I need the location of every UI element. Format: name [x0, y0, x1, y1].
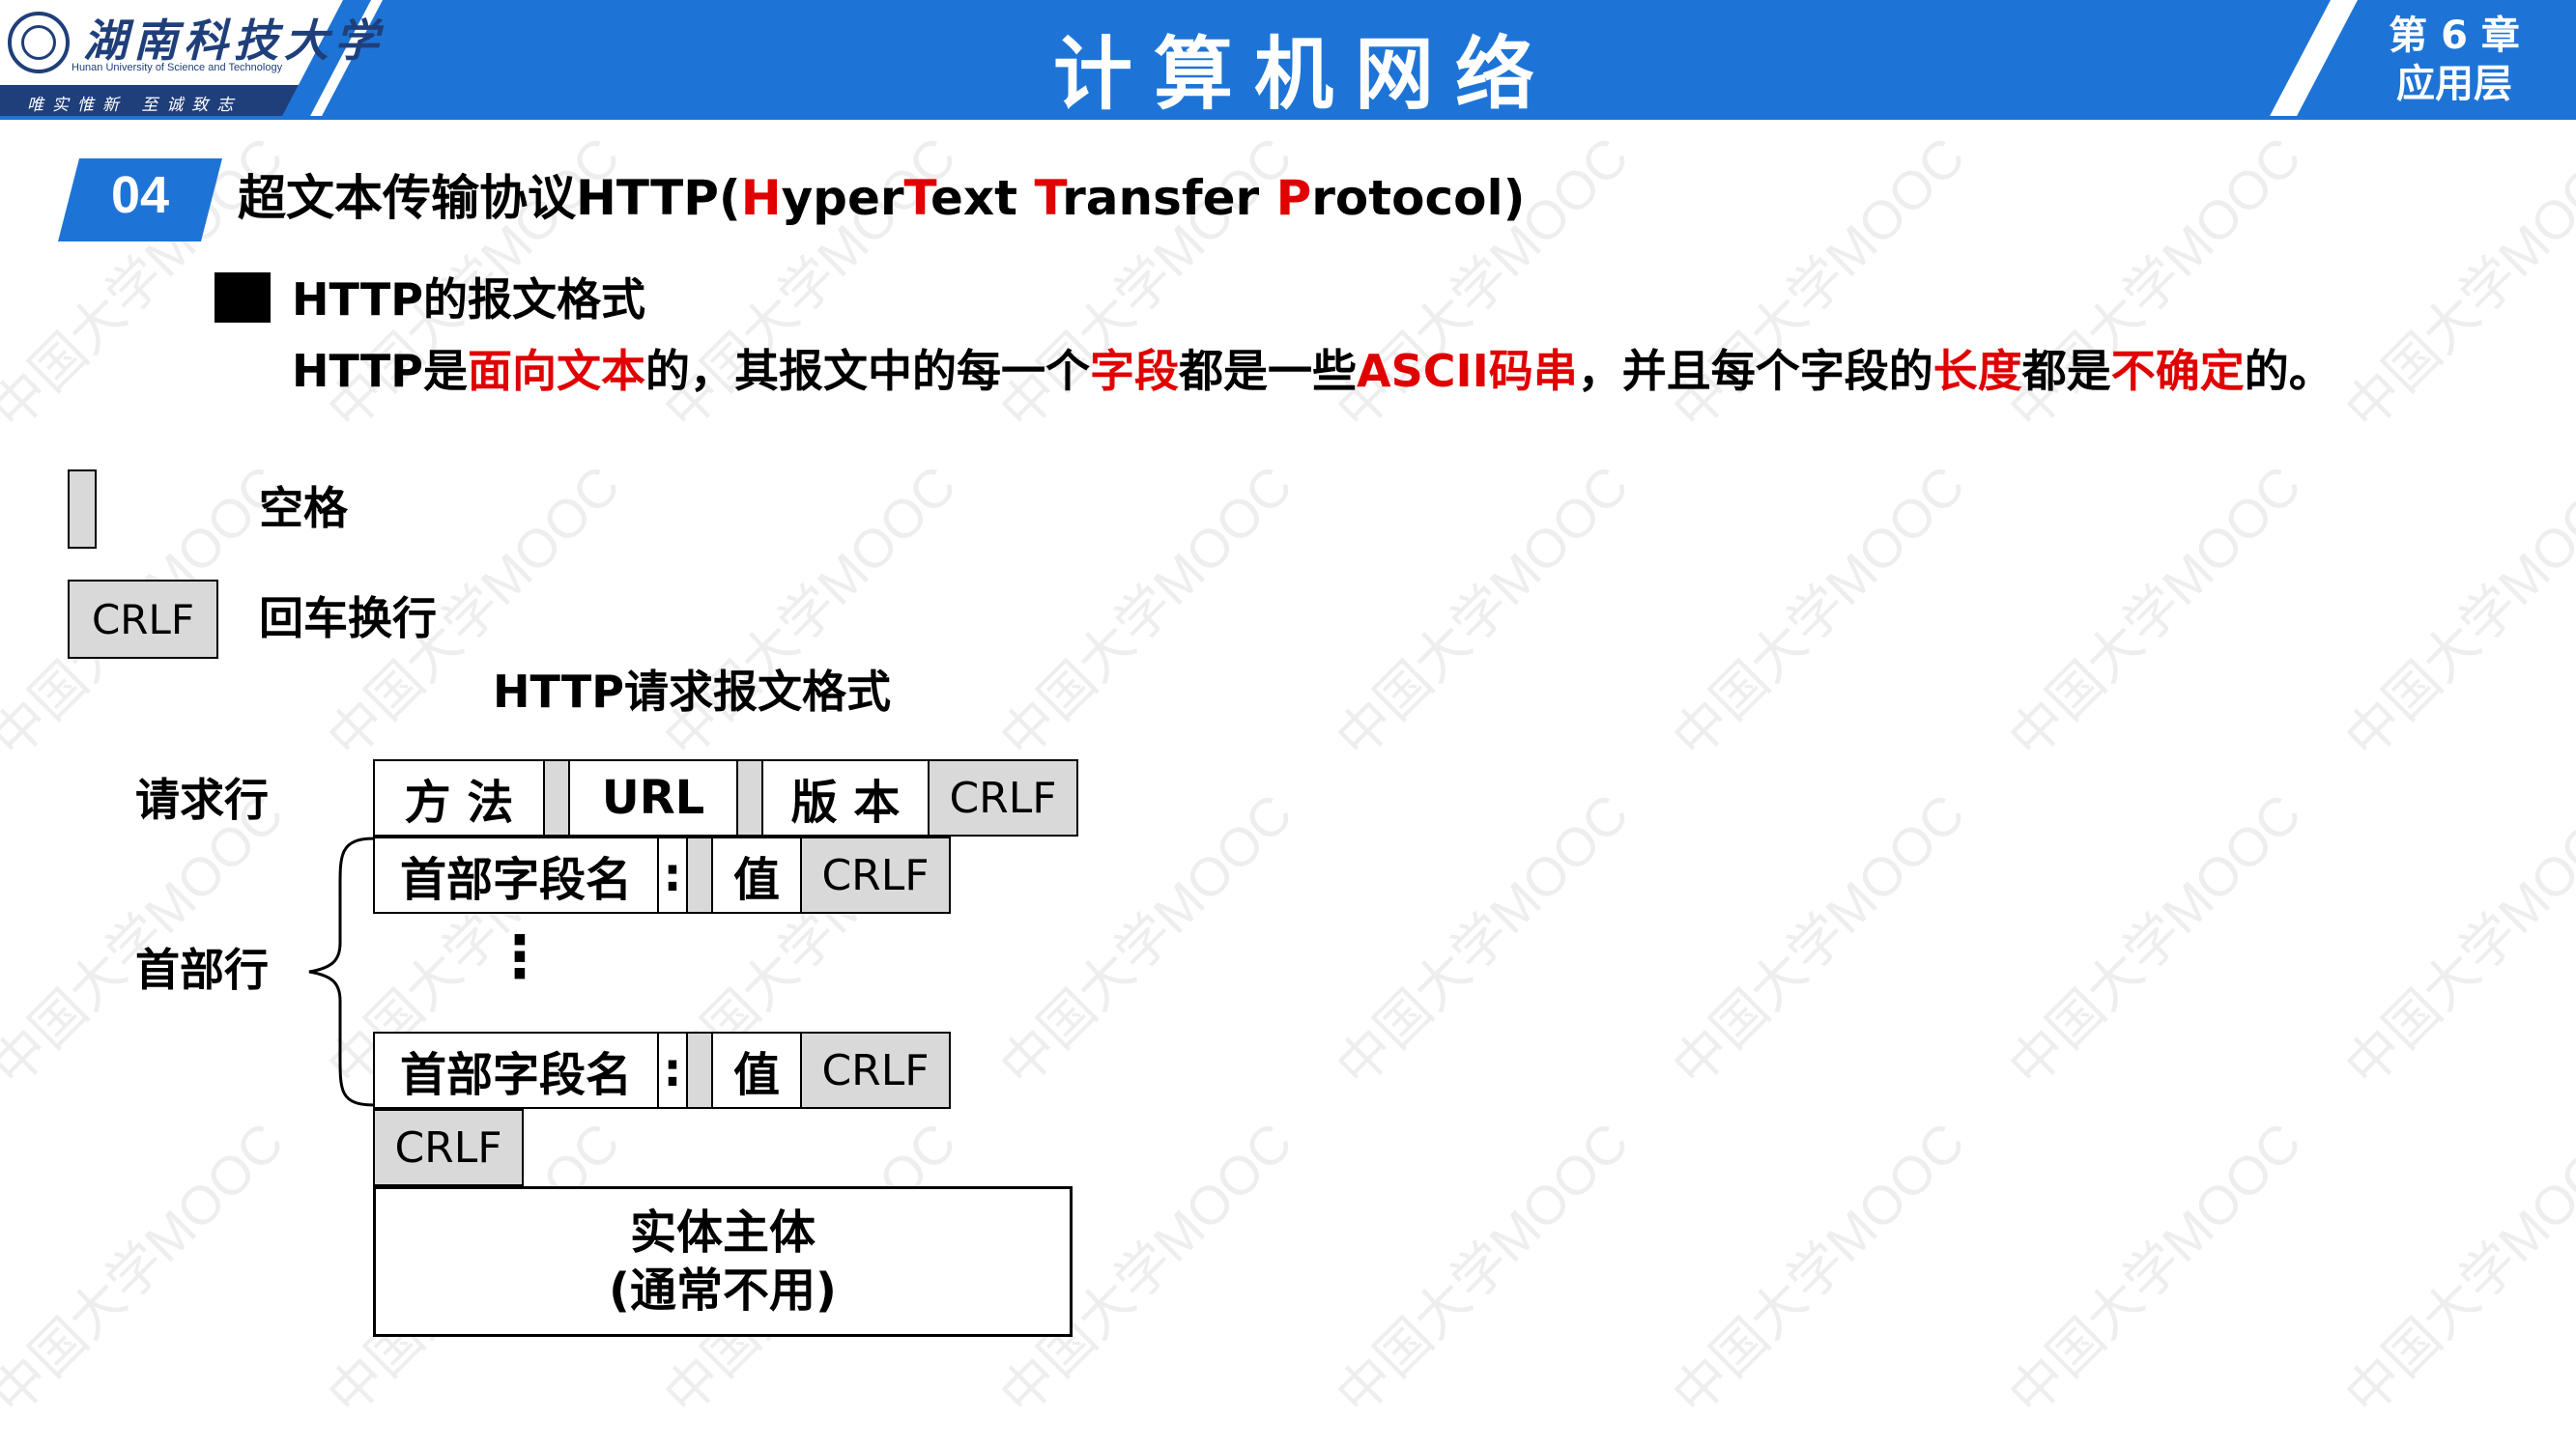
space-cell [736, 759, 763, 837]
course-title: 计算机网络 [1052, 29, 1556, 121]
section-number: 04 [110, 166, 170, 224]
watermark-text: 中国大学MOOC [651, 454, 968, 770]
diagram-title: HTTP请求报文格式 [493, 666, 892, 718]
entity-body-note: (通常不用) [609, 1263, 837, 1318]
legend-crlf-label: 回车换行 [259, 592, 437, 644]
header-line-crlf: CRLF [800, 837, 951, 914]
version-field: 版 本 [761, 759, 930, 837]
chapter-name: 应用层 [2396, 62, 2512, 106]
watermark-text: 中国大学MOOC [1324, 782, 1641, 1098]
ellipsis: ⋮ [491, 923, 549, 991]
legend-crlf-box: CRLF [68, 580, 218, 659]
legend-space-label: 空格 [259, 482, 348, 534]
chapter-number: 第 6 章 [2389, 14, 2520, 58]
blank-line-crlf: CRLF [373, 1109, 524, 1186]
space-cell [686, 837, 713, 914]
legend-space-box [68, 469, 97, 549]
method-field: 方 法 [373, 759, 545, 837]
watermark-text: 中国大学MOOC [1660, 454, 1977, 770]
chapter-label: 第 6 章 应用层 [2358, 12, 2551, 108]
url-field: URL [568, 759, 738, 837]
university-name-english: Hunan University of Science and Technolo… [72, 62, 283, 73]
watermark-text: 中国大学MOOC [2333, 454, 2576, 770]
university-name: 湖南科技大学 [83, 14, 385, 67]
watermark-text: 中国大学MOOC [2333, 126, 2576, 441]
header-lines-brace [308, 837, 376, 1107]
watermark-text: 中国大学MOOC [1324, 1111, 1641, 1427]
header-field-name: 首部字段名 [373, 1032, 659, 1109]
university-motto: 唯实惟新 至诚致志 [27, 96, 243, 115]
colon-cell: : [657, 1032, 688, 1109]
watermark-text: 中国大学MOOC [1996, 782, 2313, 1098]
space-cell [686, 1032, 713, 1109]
bullet-square-icon [215, 272, 271, 323]
university-emblem-icon [8, 12, 70, 73]
watermark-text: 中国大学MOOC [2333, 1111, 2576, 1427]
watermark-text: 中国大学MOOC [2333, 782, 2576, 1098]
request-line-crlf: CRLF [928, 759, 1078, 837]
watermark-text: 中国大学MOOC [1996, 1111, 2313, 1427]
header-value: 值 [711, 1032, 802, 1109]
watermark-text: 中国大学MOOC [987, 454, 1304, 770]
description-text: HTTP是面向文本的，其报文中的每一个字段都是一些ASCII码串，并且每个字段的… [292, 345, 2333, 397]
watermark-text: 中国大学MOOC [1324, 454, 1641, 770]
watermark-text: 中国大学MOOC [1996, 454, 2313, 770]
section-title: 超文本传输协议HTTP(HyperText Transfer Protocol) [238, 170, 1526, 226]
entity-body-label: 实体主体 [629, 1206, 816, 1260]
request-line-label: 请求行 [135, 774, 269, 826]
colon-cell: : [657, 837, 688, 914]
watermark-text: 中国大学MOOC [0, 1111, 296, 1427]
header-line-crlf: CRLF [800, 1032, 951, 1109]
space-cell [543, 759, 570, 837]
watermark-text: 中国大学MOOC [1660, 782, 1977, 1098]
subheading: HTTP的报文格式 [292, 273, 646, 326]
watermark-text: 中国大学MOOC [1660, 1111, 1977, 1427]
header-lines-label: 首部行 [135, 944, 269, 996]
header-field-name: 首部字段名 [373, 837, 659, 914]
header-value: 值 [711, 837, 802, 914]
entity-body-box: 实体主体 (通常不用) [373, 1186, 1073, 1337]
